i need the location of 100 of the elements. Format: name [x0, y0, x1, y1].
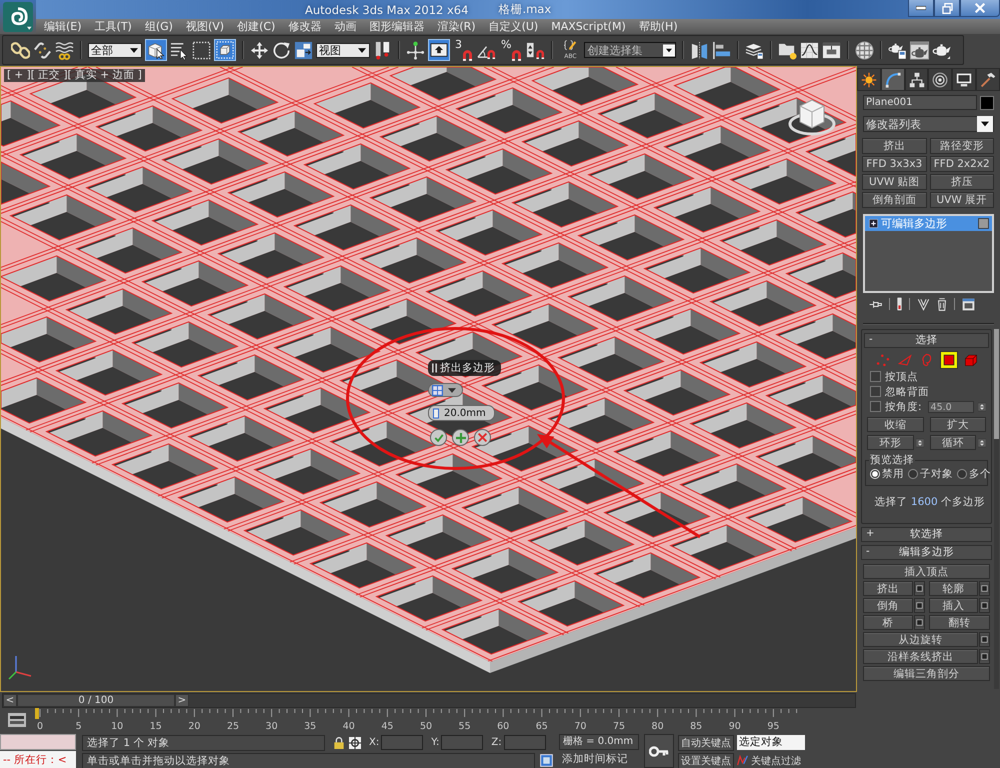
teapot-document-icon[interactable] — [888, 40, 908, 60]
settings-button[interactable] — [914, 581, 924, 596]
teapot-window-icon[interactable] — [910, 40, 930, 60]
rollout-button[interactable]: 桥 — [863, 615, 912, 630]
spinner-arrows-icon[interactable] — [916, 436, 924, 450]
command-tab[interactable] — [928, 68, 952, 90]
menu-item[interactable]: 创建(C) — [237, 19, 276, 34]
collapse-toggle[interactable]: + — [866, 528, 874, 539]
rollout-header[interactable]: - 编辑多边形 — [861, 545, 992, 560]
snap-toggle[interactable]: 3 — [453, 39, 474, 61]
rollout-button[interactable]: 扩大 — [930, 417, 986, 432]
chain-link-icon[interactable] — [11, 40, 30, 60]
coordinate-field[interactable] — [504, 735, 546, 750]
window-icon[interactable] — [962, 298, 975, 310]
menu-item[interactable]: 动画 — [334, 19, 356, 34]
shortcut-override-button[interactable] — [428, 39, 450, 61]
rotate-icon[interactable] — [272, 40, 291, 60]
expand-icon[interactable] — [869, 219, 878, 228]
scale-icon[interactable] — [294, 40, 313, 60]
dashed-rectangle-icon[interactable] — [192, 40, 211, 60]
pivot-icon[interactable] — [373, 40, 392, 60]
rollout-button[interactable]: 翻转 — [928, 615, 990, 630]
align-icon[interactable] — [712, 40, 732, 60]
menu-item[interactable]: 组(G) — [144, 19, 173, 34]
menu-item[interactable]: MAXScript(M) — [551, 19, 626, 34]
current-frame-marker[interactable] — [35, 708, 39, 719]
settings-button[interactable] — [979, 598, 990, 613]
key-mode-dropdown[interactable]: 选定对象 — [737, 735, 805, 750]
auto-key-button[interactable]: 自动关键点 — [678, 734, 734, 750]
stack-item[interactable]: 可编辑多边形 — [865, 216, 992, 231]
collapse-toggle[interactable]: - — [866, 546, 870, 557]
spinner-magnet-icon[interactable] — [526, 40, 546, 60]
checkbox-label[interactable]: 忽略背面 — [885, 384, 929, 398]
settings-button[interactable] — [914, 598, 924, 613]
time-slider-thumb[interactable]: < 0 / 100 > — [3, 694, 189, 707]
modifier-button[interactable]: UVW 贴图 — [862, 174, 926, 190]
time-slider-track[interactable]: < 0 / 100 > — [2, 693, 856, 708]
collapse-toggle[interactable]: - — [869, 334, 873, 345]
ruler-ticks[interactable] — [40, 708, 798, 718]
wave-chain-icon[interactable] — [55, 40, 74, 60]
named-selection-dropdown[interactable]: 创建选择集 — [584, 42, 676, 58]
object-name-field[interactable]: Plane001 — [863, 95, 977, 110]
modifier-button[interactable]: FFD 3x3x3 — [862, 156, 926, 172]
rollout-button[interactable]: 插入 — [928, 598, 978, 613]
track-bar-toggle-icon[interactable] — [8, 713, 26, 727]
settings-button[interactable] — [914, 615, 924, 630]
menu-item[interactable]: 修改器 — [288, 19, 322, 34]
previous-frame-button[interactable]: < — [3, 694, 17, 707]
scrollbar-thumb[interactable] — [994, 329, 999, 439]
move-icon[interactable] — [250, 40, 269, 60]
window-icon[interactable] — [540, 754, 553, 767]
settings-button[interactable] — [979, 581, 990, 596]
coordinate-field[interactable] — [441, 735, 484, 750]
dots-icon[interactable] — [876, 353, 890, 367]
checkbox-label[interactable]: 按顶点 — [885, 370, 918, 384]
radio-button[interactable] — [957, 469, 967, 479]
set-key-button[interactable] — [644, 734, 674, 768]
curve-graph-icon[interactable] — [800, 40, 820, 60]
radio-label[interactable]: 禁用 — [882, 467, 904, 481]
command-tab[interactable] — [857, 68, 881, 90]
checkbox[interactable] — [870, 371, 881, 382]
menu-item[interactable]: 编辑(E) — [44, 19, 82, 34]
menu-item[interactable]: 视图(V) — [186, 19, 224, 34]
settings-button[interactable] — [979, 632, 990, 647]
polygon-level-button[interactable] — [940, 351, 958, 369]
dropdown[interactable]: 全部 — [88, 42, 142, 58]
rollout-header[interactable]: + 软选择 — [861, 527, 992, 542]
rollout-header[interactable]: - 选择 — [864, 333, 989, 348]
menu-item[interactable]: 工具(T) — [94, 19, 132, 34]
maximize-button[interactable] — [934, 0, 960, 17]
time-tag-button[interactable]: 添加时间标记 — [559, 751, 639, 768]
lock-icon[interactable] — [334, 736, 344, 748]
rollout-button[interactable]: 收缩 — [867, 417, 924, 432]
manipulate-icon[interactable] — [406, 40, 425, 60]
menu-item[interactable]: 自定义(U) — [488, 19, 538, 34]
rollout-button[interactable]: 插入顶点 — [863, 564, 990, 579]
radio-label[interactable]: 多个 — [969, 467, 991, 481]
cube-icon[interactable] — [964, 353, 978, 367]
modifier-button[interactable]: 挤出 — [862, 138, 926, 154]
square-icon[interactable] — [978, 218, 989, 229]
menu-item[interactable]: 帮助(H) — [638, 19, 678, 34]
command-tab[interactable] — [976, 68, 1000, 90]
bin-icon[interactable] — [937, 298, 947, 310]
window-panel-icon[interactable] — [822, 40, 842, 60]
list-cursor-icon[interactable] — [170, 40, 189, 60]
snap-toggle[interactable]: % — [499, 39, 524, 61]
rollout-button[interactable]: 编辑三角剖分 — [863, 666, 990, 681]
modifier-list-dropdown[interactable]: 修改器列表 — [863, 116, 994, 132]
modifier-button[interactable]: UVW 展开 — [930, 192, 994, 208]
crossing-mode-button[interactable] — [214, 39, 236, 61]
key-filters-button[interactable]: 关键点过滤 — [751, 752, 801, 768]
spinner-arrows-icon[interactable] — [978, 400, 986, 412]
fork-icon[interactable] — [917, 298, 930, 310]
end-result-icon[interactable] — [897, 297, 902, 311]
settings-button[interactable] — [979, 649, 990, 664]
radio-label[interactable]: 子对象 — [920, 467, 953, 481]
dropdown[interactable]: 视图 — [316, 42, 370, 58]
minimize-button[interactable] — [908, 0, 934, 17]
command-tab[interactable] — [904, 68, 928, 90]
menu-item[interactable]: 渲染(R) — [437, 19, 476, 34]
